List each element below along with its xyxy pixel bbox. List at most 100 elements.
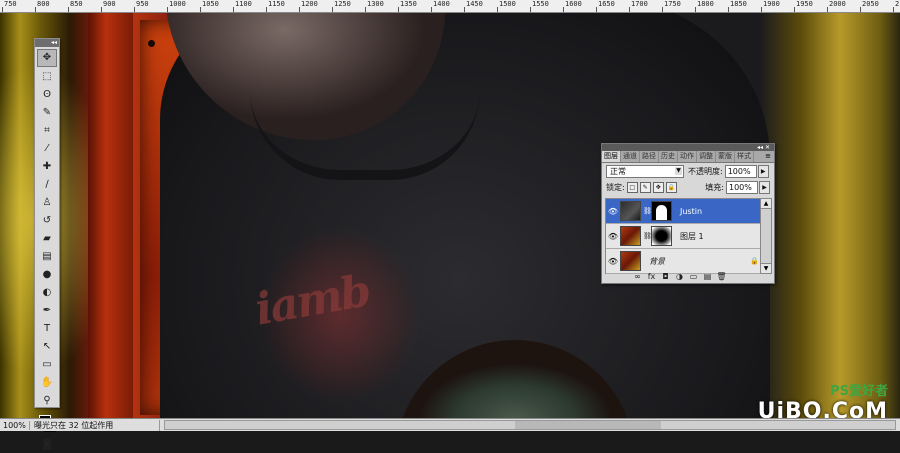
hand-tool-icon[interactable]: ✋	[38, 375, 56, 391]
eraser-tool-icon[interactable]: ▰	[38, 231, 56, 247]
ruler-tick-label: 1250	[334, 0, 351, 8]
layer-mask-thumbnail[interactable]	[651, 226, 672, 246]
tab-paths[interactable]: 路径	[640, 151, 659, 162]
blend-mode-value: 正常	[610, 166, 626, 176]
tab-actions[interactable]: 动作	[678, 151, 697, 162]
tab-masks[interactable]: 蒙版	[716, 151, 735, 162]
quick-select-tool-icon[interactable]: ✎	[38, 105, 56, 121]
ruler-tick	[365, 7, 366, 12]
lock-options: □ ✎ ✥ 🔒	[626, 181, 679, 193]
lock-all-icon[interactable]: 🔒	[665, 181, 677, 193]
trash-icon[interactable]: 🗑	[716, 272, 727, 281]
layer-row-layer1[interactable]: 👁 ⛓ 图层 1	[606, 224, 763, 249]
new-group-icon[interactable]: ▭	[688, 272, 699, 281]
lock-icon: 🔒	[750, 257, 759, 265]
new-layer-icon[interactable]: ▤	[702, 272, 713, 281]
type-tool-icon[interactable]: T	[38, 321, 56, 337]
ruler-tick	[332, 7, 333, 12]
scroll-down-icon[interactable]: ▼	[761, 263, 771, 273]
tab-adjustments[interactable]: 调整	[697, 151, 716, 162]
layer-thumbnail	[620, 226, 641, 246]
ruler-tick	[860, 7, 861, 12]
healing-brush-tool-icon[interactable]: ✚	[38, 159, 56, 175]
link-layers-icon[interactable]: ∞	[632, 272, 643, 281]
visibility-eye-icon[interactable]: 👁	[606, 257, 620, 266]
clone-stamp-tool-icon[interactable]: ♙	[38, 195, 56, 211]
zoom-level[interactable]: 100%	[0, 420, 30, 430]
scroll-up-icon[interactable]: ▲	[761, 199, 771, 209]
layer-mask-thumbnail[interactable]	[651, 201, 672, 221]
crop-tool-icon[interactable]: ⌗	[38, 123, 56, 139]
move-tool-icon[interactable]: ✥	[37, 49, 57, 67]
opacity-input[interactable]: 100%	[724, 164, 757, 178]
marquee-tool-icon[interactable]: ⬚	[38, 69, 56, 85]
layer-list: 👁 ⛓ Justin 👁 ⛓ 图层 1 👁 背景 🔒	[605, 198, 764, 274]
ruler-tick	[431, 7, 432, 12]
eyedropper-tool-icon[interactable]: ⁄	[38, 141, 56, 157]
shape-tool-icon[interactable]: ▭	[38, 357, 56, 373]
tab-layers[interactable]: 图层	[602, 151, 621, 162]
status-info[interactable]: 曝光只在 32 位起作用	[30, 419, 160, 431]
ruler-tick-label: 1700	[631, 0, 648, 8]
ruler-tick-label: 2100	[895, 0, 900, 8]
tools-panel-header[interactable]: ◂◂	[35, 39, 59, 47]
opacity-slider-button[interactable]: ▶	[757, 164, 769, 178]
ruler-tick	[233, 7, 234, 12]
lock-position-icon[interactable]: ✥	[652, 181, 664, 193]
brush-tool-icon[interactable]: ∕	[38, 177, 56, 193]
panel-header-controls[interactable]: ◂◂ ✕	[602, 144, 774, 151]
layer-name[interactable]: Justin	[680, 207, 702, 216]
chevron-down-icon: ▼	[675, 166, 682, 175]
ruler-tick-label: 1000	[169, 0, 186, 8]
fill-input[interactable]: 100%	[726, 180, 758, 194]
blur-tool-icon[interactable]: ●	[38, 267, 56, 283]
ruler-tick	[761, 7, 762, 12]
layer-row-justin[interactable]: 👁 ⛓ Justin	[606, 199, 763, 224]
lock-image-icon[interactable]: ✎	[639, 181, 651, 193]
layer-name[interactable]: 背景	[649, 256, 665, 267]
fill-slider-button[interactable]: ▶	[759, 180, 770, 194]
history-brush-tool-icon[interactable]: ↺	[38, 213, 56, 229]
blend-mode-select[interactable]: 正常 ▼	[606, 164, 684, 178]
panel-tabs: 图层 通道 路径 历史 动作 调整 蒙版 样式 ≡	[602, 151, 774, 163]
adjustment-layer-icon[interactable]: ◑	[674, 272, 685, 281]
tab-channels[interactable]: 通道	[621, 151, 640, 162]
quick-mask-icon[interactable]: ◙	[38, 437, 56, 453]
mask-link-icon[interactable]: ⛓	[643, 207, 652, 215]
panel-menu-icon[interactable]: ≡	[765, 151, 774, 162]
visibility-eye-icon[interactable]: 👁	[606, 232, 620, 241]
zoom-tool-icon[interactable]: ⚲	[38, 393, 56, 409]
mask-link-icon[interactable]: ⛓	[643, 232, 652, 240]
ruler-tick-label: 1500	[499, 0, 516, 8]
layer-list-scrollbar[interactable]: ▲ ▼	[760, 198, 772, 274]
add-mask-icon[interactable]: ◘	[660, 272, 671, 281]
tab-history[interactable]: 历史	[659, 151, 678, 162]
pen-tool-icon[interactable]: ✒	[38, 303, 56, 319]
lock-fill-row: 锁定: □ ✎ ✥ 🔒 填充: 100% ▶	[602, 179, 774, 195]
ruler-tick	[398, 7, 399, 12]
ruler-tick-label: 1100	[235, 0, 252, 8]
ruler-tick-label: 1550	[532, 0, 549, 8]
ruler-tick-label: 1150	[268, 0, 285, 8]
ruler-tick	[101, 7, 102, 12]
horizontal-scrollbar-thumb[interactable]	[515, 421, 662, 429]
visibility-eye-icon[interactable]: 👁	[606, 207, 620, 216]
path-select-tool-icon[interactable]: ↖	[38, 339, 56, 355]
ruler-tick	[497, 7, 498, 12]
tab-styles[interactable]: 样式	[735, 151, 754, 162]
lock-transparent-icon[interactable]: □	[626, 181, 638, 193]
layer-style-icon[interactable]: fx	[646, 272, 657, 281]
gradient-tool-icon[interactable]: ▤	[38, 249, 56, 265]
horizontal-ruler[interactable]: 750 800 850 900 950 1000 1050 1100 1150 1200 1250 1…	[0, 0, 900, 13]
fill-label: 填充:	[705, 182, 724, 192]
lasso-tool-icon[interactable]: ʘ	[38, 87, 56, 103]
layer-thumbnail	[620, 251, 641, 271]
layer-row-background[interactable]: 👁 背景 🔒	[606, 249, 763, 274]
layer-name[interactable]: 图层 1	[680, 231, 704, 242]
ruler-tick	[2, 7, 3, 12]
ruler-tick	[662, 7, 663, 12]
ruler-tick-label: 1900	[763, 0, 780, 8]
ruler-tick-label: 1950	[796, 0, 813, 8]
horizontal-scrollbar[interactable]	[164, 420, 896, 430]
dodge-tool-icon[interactable]: ◐	[38, 285, 56, 301]
